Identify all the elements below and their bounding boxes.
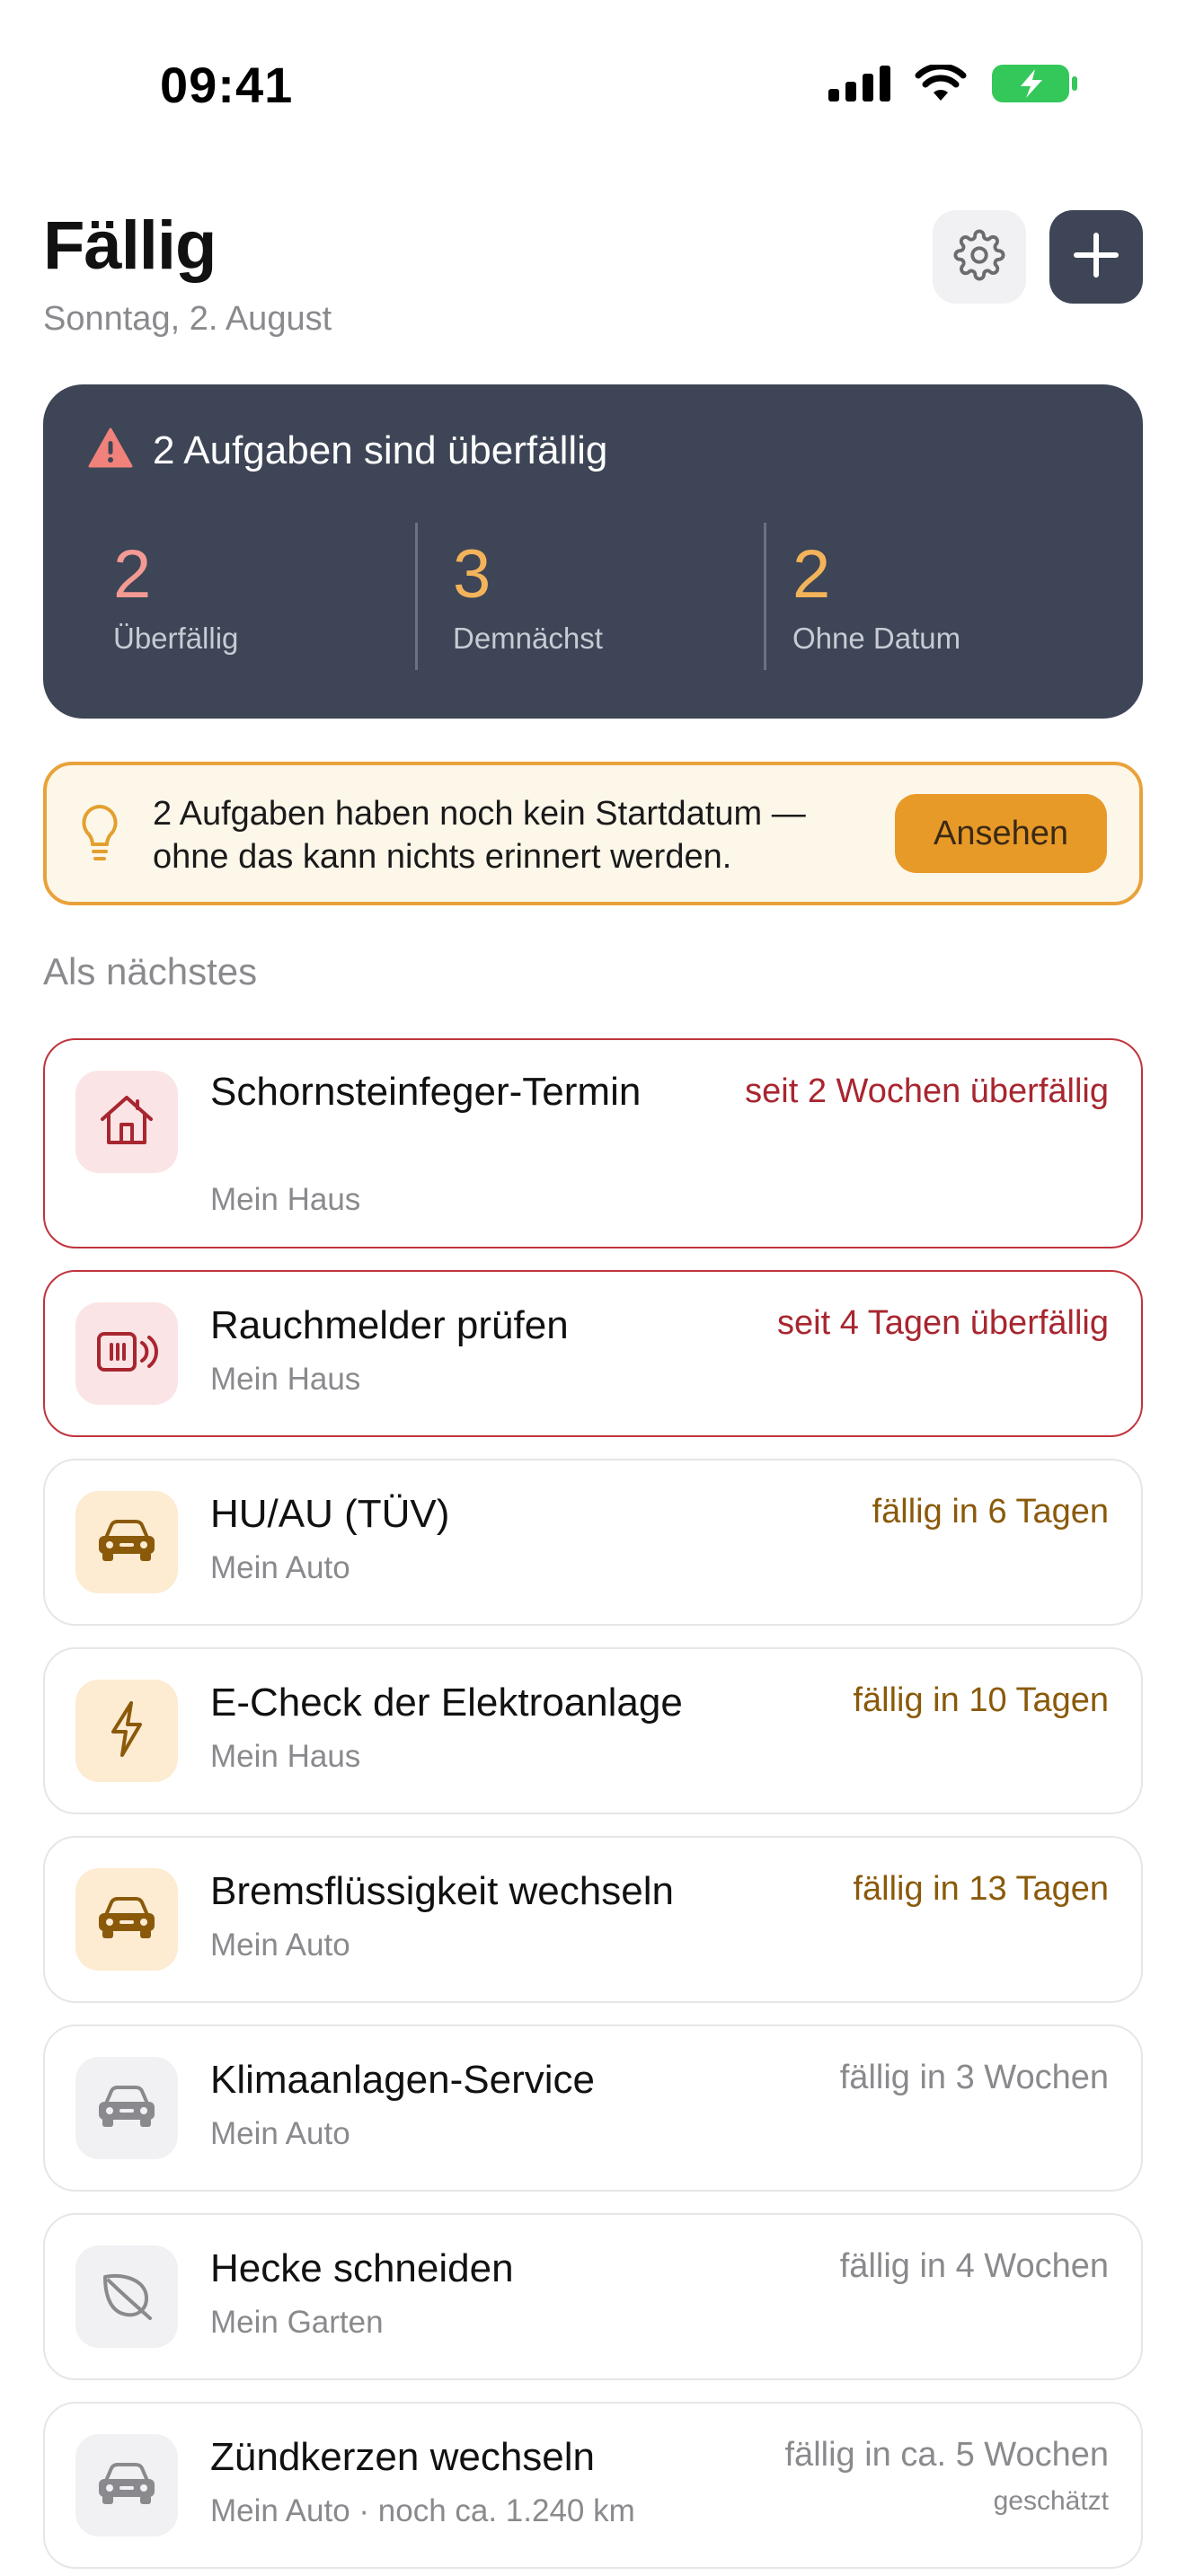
task-title: Zündkerzen wechseln (210, 2435, 596, 2479)
wifi-icon (915, 65, 967, 102)
task-due: fällig in 3 Wochen (839, 2059, 1109, 2096)
warning-icon (88, 428, 133, 473)
task-category: Mein Haus (210, 1182, 361, 1217)
stat-upcoming: 3 Demnächst (453, 537, 603, 656)
task-item[interactable]: Hecke schneiden Mein Garten fällig in 4 … (43, 2213, 1143, 2380)
task-title: Schornsteinfeger-Termin (210, 1070, 642, 1114)
leaf-icon (98, 2268, 155, 2326)
task-category: Mein Auto · noch ca. 1.240 km (210, 2493, 635, 2528)
lightning-icon (106, 1699, 147, 1763)
task-item[interactable]: Schornsteinfeger-Termin Mein Haus seit 2… (43, 1038, 1143, 1248)
status-time: 09:41 (160, 57, 294, 113)
task-icon-box (75, 1868, 178, 1971)
task-category: Mein Auto (210, 1550, 350, 1585)
stat-value: 3 (453, 536, 491, 613)
battery-charging-icon (990, 63, 1078, 104)
add-task-button[interactable] (1049, 210, 1143, 304)
task-category: Mein Auto (210, 2116, 350, 2151)
task-due-note: geschätzt (993, 2486, 1109, 2516)
house-icon (97, 1090, 156, 1154)
task-icon-box (75, 1302, 178, 1405)
page-title: Fällig (43, 207, 217, 284)
task-icon-box (75, 2434, 178, 2536)
stat-label: Demnächst (453, 622, 603, 655)
task-item[interactable]: Rauchmelder prüfen Mein Haus seit 4 Tage… (43, 1270, 1143, 1437)
task-icon-box (75, 1071, 178, 1173)
task-icon-box (75, 2057, 178, 2159)
page-header: Fällig Sonntag, 2. August (43, 207, 1143, 350)
task-item[interactable]: Zündkerzen wechseln Mein Auto · noch ca.… (43, 2402, 1143, 2569)
settings-button[interactable] (933, 210, 1026, 304)
hint-text: 2 Aufgaben haben noch kein Startdatum — … (153, 795, 806, 876)
status-bar: 09:41 (0, 0, 1186, 171)
task-due: fällig in 10 Tagen (853, 1681, 1109, 1719)
task-icon-box (75, 1491, 178, 1593)
stat-value: 2 (792, 536, 831, 613)
car-icon (95, 1518, 158, 1567)
missing-start-date-banner: 2 Aufgaben haben noch kein Startdatum — … (43, 762, 1143, 905)
task-title: Rauchmelder prüfen (210, 1303, 569, 1347)
stat-divider (415, 523, 418, 670)
task-due: fällig in ca. 5 Wochen (784, 2436, 1110, 2474)
page-date: Sonntag, 2. August (43, 300, 332, 338)
task-category: Mein Haus (210, 1739, 361, 1774)
car-icon (95, 2461, 158, 2510)
stat-no-date: 2 Ohne Datum (792, 537, 960, 656)
stat-overdue: 2 Überfällig (113, 537, 238, 656)
car-icon (95, 2084, 158, 2133)
gear-icon (953, 229, 1005, 286)
task-category: Mein Auto (210, 1928, 350, 1963)
task-category: Mein Haus (210, 1362, 361, 1397)
task-title: E-Check der Elektroanlage (210, 1681, 683, 1725)
summary-headline: 2 Aufgaben sind überfällig (153, 428, 608, 472)
plus-icon (1073, 232, 1120, 283)
task-icon-box (75, 2245, 178, 2348)
task-item[interactable]: Bremsflüssigkeit wechseln Mein Auto fäll… (43, 1836, 1143, 2003)
cellular-signal-icon (828, 66, 891, 101)
smoke-detector-icon (95, 1327, 158, 1381)
task-title: Hecke schneiden (210, 2246, 514, 2290)
stat-value: 2 (113, 536, 152, 613)
task-category: Mein Garten (210, 2305, 384, 2340)
overdue-summary-card[interactable]: 2 Aufgaben sind überfällig 2 Überfällig … (43, 384, 1143, 719)
task-icon-box (75, 1680, 178, 1782)
task-due: fällig in 4 Wochen (839, 2247, 1109, 2285)
stat-divider (764, 523, 766, 670)
summary-header: 2 Aufgaben sind überfällig (88, 428, 607, 473)
car-icon (95, 1895, 158, 1945)
task-title: Klimaanlagen-Service (210, 2058, 595, 2102)
task-item[interactable]: Klimaanlagen-Service Mein Auto fällig in… (43, 2025, 1143, 2192)
status-icons (828, 63, 1078, 104)
stat-label: Ohne Datum (792, 622, 961, 655)
task-title: Bremsflüssigkeit wechseln (210, 1869, 674, 1913)
task-item[interactable]: HU/AU (TÜV) Mein Auto fällig in 6 Tagen (43, 1459, 1143, 1626)
task-due: fällig in 13 Tagen (853, 1870, 1109, 1908)
section-title: Als nächstes (43, 950, 258, 992)
task-due: seit 2 Wochen überfällig (745, 1072, 1109, 1110)
lightbulb-icon (79, 803, 120, 870)
view-button[interactable]: Ansehen (895, 794, 1107, 873)
task-due: fällig in 6 Tagen (872, 1493, 1109, 1531)
stat-label: Überfällig (113, 622, 239, 655)
task-item[interactable]: E-Check der Elektroanlage Mein Haus fäll… (43, 1647, 1143, 1814)
task-title: HU/AU (TÜV) (210, 1492, 450, 1536)
task-due: seit 4 Tagen überfällig (777, 1304, 1109, 1342)
